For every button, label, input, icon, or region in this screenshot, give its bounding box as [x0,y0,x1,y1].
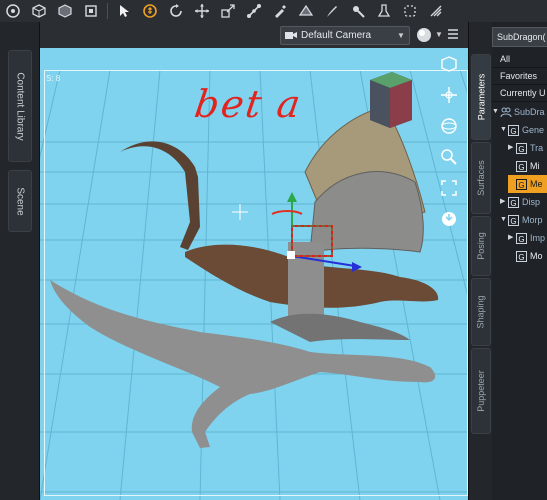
filter-currently-used[interactable]: Currently U [492,85,547,102]
camera-icon [285,32,297,39]
translate-icon[interactable] [189,0,215,22]
viewport-nav-controls [436,52,462,238]
node-cube-icon[interactable] [26,0,52,22]
handwritten-annotation: bet a [191,82,305,126]
scale-icon[interactable] [215,0,241,22]
group-icon: G [516,232,527,244]
node-selector[interactable]: SubDragon( [492,27,547,47]
tree-group-mo[interactable]: G Mo [508,247,547,265]
tab-content-library-label: Content Library [14,71,26,141]
filter-favorites[interactable]: Favorites [492,68,547,85]
viewport-menu-icon[interactable] [445,26,461,42]
spot-render-icon[interactable] [371,0,397,22]
tab-shaping[interactable]: Shaping [471,278,491,346]
universal-tool-icon[interactable] [0,0,26,22]
tab-posing[interactable]: Posing [471,216,491,276]
frame-label: S: 8 [46,74,61,83]
group-icon: G [516,142,527,154]
tab-posing-label: Posing [476,232,486,260]
tab-parameters-label: Parameters [476,73,486,121]
geometry-editor-icon[interactable] [345,0,371,22]
tree-label: Tra [530,143,544,153]
tree-label: Me [530,179,543,189]
tree-label: Mo [530,251,543,261]
tree-group-display[interactable]: ▶ G Disp [500,193,547,211]
group-icon: G [508,124,519,136]
tree-label: Imp [530,233,546,243]
tree-node-subdragon[interactable]: ▼ SubDra [492,103,547,121]
orbit-icon[interactable] [439,116,459,136]
tab-scene[interactable]: Scene [8,170,32,232]
tab-shaping-label: Shaping [476,295,486,329]
surface-cube-icon[interactable] [52,0,78,22]
right-tab-strip: Parameters Surfaces Posing Shaping Puppe… [468,22,493,500]
perspective-cube-icon[interactable] [439,54,459,74]
group-icon: G [508,214,519,226]
reset-icon[interactable] [439,209,459,229]
tab-surfaces[interactable]: Surfaces [471,142,491,214]
tab-content-library[interactable]: Content Library [8,50,32,162]
tree-group-general[interactable]: ▼ G Gene [500,121,547,139]
expand-icon[interactable]: ▼ [500,211,508,229]
camera-dropdown[interactable]: Default Camera ▼ [280,26,410,45]
region-cube-icon[interactable] [78,0,104,22]
node-weight-brush-icon[interactable] [319,0,345,22]
tab-parameters[interactable]: Parameters [471,54,491,140]
surface-selection-icon[interactable] [293,0,319,22]
expand-icon[interactable]: ▶ [508,139,516,157]
tree-label: Morp [522,215,543,225]
tree-group-imported[interactable]: ▶ G Imp [508,229,547,247]
tree-group-misc[interactable]: G Mi [508,157,547,175]
tree-label: Disp [522,197,541,207]
tab-puppeteer[interactable]: Puppeteer [471,348,491,434]
parameters-panel: SubDragon( All Favorites Currently U ▼ S… [492,22,547,500]
geometry-sculptor-icon[interactable] [267,0,293,22]
expand-icon[interactable]: ▼ [492,103,500,121]
3d-viewport[interactable]: Default Camera ▼ ▼ S: 8 bet a [40,22,468,500]
group-icon: G [516,250,527,262]
group-icon: G [516,178,527,190]
active-pose-icon[interactable] [137,0,163,22]
tab-scene-label: Scene [14,186,26,216]
shape-move-icon[interactable] [397,0,423,22]
pan-icon[interactable] [439,85,459,105]
more-tools-icon[interactable] [423,0,449,22]
draw-style-sphere-icon[interactable] [415,26,433,44]
group-icon: G [508,196,519,208]
frame-icon[interactable] [439,178,459,198]
joint-editor-icon[interactable] [241,0,267,22]
tree-label: Mi [530,161,540,171]
zoom-icon[interactable] [439,147,459,167]
camera-dropdown-label: Default Camera [301,30,372,41]
tab-surfaces-label: Surfaces [476,160,486,196]
expand-icon[interactable]: ▼ [500,121,508,139]
figure-icon [500,107,512,117]
tree-label: SubDra [514,107,545,117]
rotate-icon[interactable] [163,0,189,22]
viewport-header: Default Camera ▼ ▼ [40,22,468,48]
chevron-down-icon: ▼ [397,31,405,40]
expand-icon[interactable]: ▶ [500,193,508,211]
expand-icon[interactable]: ▶ [508,229,516,247]
tree-group-mesh-selected[interactable]: G Me [508,175,547,193]
tree-group-morphs[interactable]: ▼ G Morp [500,211,547,229]
tab-puppeteer-label: Puppeteer [476,370,487,412]
tree-group-transforms[interactable]: ▶ G Tra [508,139,547,157]
left-dock: Content Library Scene [0,22,40,500]
draw-style-chevron-icon[interactable]: ▼ [435,30,443,39]
group-icon: G [516,160,527,172]
pointer-arrow-icon[interactable] [111,0,137,22]
tree-label: Gene [522,125,545,135]
render-frame [44,70,468,496]
main-toolbar [0,0,547,23]
filter-all[interactable]: All [492,51,547,68]
toolbar-divider [107,3,108,19]
